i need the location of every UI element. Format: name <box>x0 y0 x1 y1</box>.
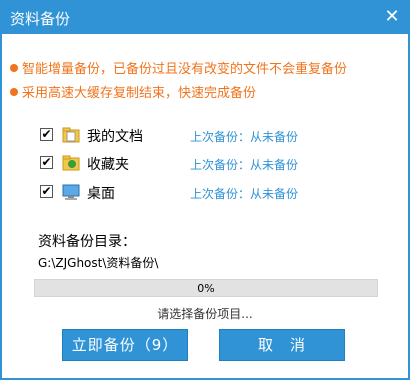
checkbox-desktop[interactable]: ✔ <box>40 185 53 198</box>
status-hint: 请选择备份项目... <box>157 307 253 321</box>
documents-folder-icon <box>62 127 80 143</box>
window-title: 资料备份 <box>10 10 71 28</box>
bullet-icon <box>10 64 18 72</box>
desktop-icon <box>62 184 80 200</box>
backup-dir-label: 资料备份目录： <box>38 234 136 250</box>
bullet-icon <box>10 88 18 96</box>
item-name: 收藏夹 <box>87 157 129 173</box>
progress-bar: 0% <box>34 279 378 297</box>
close-button[interactable]: ✕ <box>380 5 404 29</box>
item-status: 上次备份：从未备份 <box>190 187 299 201</box>
notice-incremental: 智能增量备份，已备份过且没有改变的文件不会重复备份 <box>10 58 347 77</box>
notice-text: 采用高速大缓存复制结束，快速完成备份 <box>22 86 257 101</box>
start-backup-button[interactable]: 立即备份（9） <box>62 329 188 361</box>
checkbox-documents[interactable]: ✔ <box>40 128 53 141</box>
dialog-content: 智能增量备份，已备份过且没有改变的文件不会重复备份 采用高速大缓存复制结束，快速… <box>2 34 408 378</box>
item-status: 上次备份：从未备份 <box>190 158 299 172</box>
title-bar[interactable]: 资料备份 ✕ <box>0 0 410 34</box>
backup-dir-path: G:\ZJGhost\资料备份\ <box>38 256 159 270</box>
backup-dialog: 资料备份 ✕ 智能增量备份，已备份过且没有改变的文件不会重复备份 采用高速大缓存… <box>0 0 410 380</box>
item-status: 上次备份：从未备份 <box>190 130 299 144</box>
favorites-folder-icon <box>62 155 80 171</box>
cancel-button[interactable]: 取 消 <box>219 329 345 361</box>
item-name: 桌面 <box>87 186 115 202</box>
notice-cache: 采用高速大缓存复制结束，快速完成备份 <box>10 82 256 101</box>
checkbox-favorites[interactable]: ✔ <box>40 156 53 169</box>
progress-text: 0% <box>197 282 215 295</box>
item-name: 我的文档 <box>87 129 143 145</box>
notice-text: 智能增量备份，已备份过且没有改变的文件不会重复备份 <box>22 62 348 77</box>
